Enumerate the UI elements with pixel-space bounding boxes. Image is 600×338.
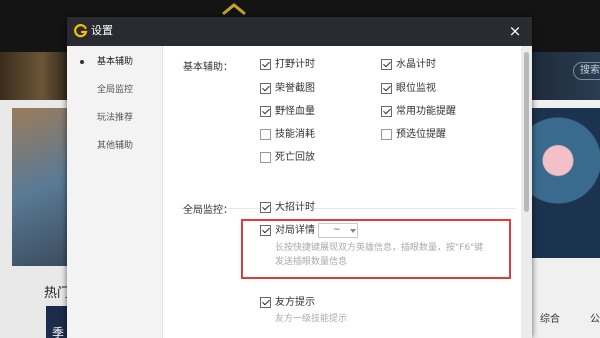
sidebar-item-label: 其他辅助 bbox=[97, 141, 134, 151]
option-label: 预选位提醒 bbox=[396, 129, 446, 140]
option-label: 野怪血量 bbox=[275, 106, 315, 117]
checkbox[interactable] bbox=[381, 83, 392, 94]
checkbox[interactable] bbox=[381, 129, 392, 140]
sidebar-item-global-monitor[interactable]: 全局监控 bbox=[67, 76, 163, 104]
option-label: 大招计时 bbox=[275, 202, 315, 213]
scrollbar-thumb[interactable] bbox=[524, 52, 529, 212]
checkbox[interactable] bbox=[260, 202, 271, 213]
background-banner-left bbox=[0, 52, 70, 100]
option-label: 友方提示 bbox=[275, 297, 315, 308]
scrollbar[interactable] bbox=[521, 46, 532, 338]
checkbox[interactable] bbox=[260, 106, 271, 117]
checkbox[interactable] bbox=[381, 106, 392, 117]
app-logo-chevron-icon bbox=[222, 3, 246, 16]
dialog-titlebar[interactable]: 设置 × bbox=[67, 17, 532, 46]
highlight-annotation-box bbox=[241, 219, 511, 279]
checkbox[interactable] bbox=[260, 152, 271, 163]
background-tab-public[interactable]: 公 bbox=[590, 310, 600, 325]
close-button[interactable]: × bbox=[506, 22, 524, 40]
option-label: 死亡回放 bbox=[275, 152, 315, 163]
sidebar-item-other-assist[interactable]: 其他辅助 bbox=[67, 132, 163, 160]
option-label: 技能消耗 bbox=[275, 129, 315, 140]
option-label: 眼位监视 bbox=[396, 83, 436, 94]
section-label-global: 全局监控： bbox=[183, 205, 233, 216]
active-indicator-dot bbox=[80, 60, 84, 64]
background-tab-general[interactable]: 综合 bbox=[540, 310, 560, 325]
background-hero-card[interactable] bbox=[530, 108, 600, 258]
checkbox[interactable] bbox=[260, 129, 271, 140]
settings-main-panel: 基本辅助： 打野计时 水晶计时 荣誉截图 眼位监视 野怪血量 常用功能提醒 技能… bbox=[163, 46, 532, 338]
dialog-title: 设置 bbox=[91, 24, 113, 37]
option-label: 水晶计时 bbox=[396, 59, 436, 70]
sidebar-item-label: 玩法推荐 bbox=[97, 113, 134, 123]
g-logo-icon bbox=[74, 24, 88, 38]
checkbox[interactable] bbox=[381, 59, 392, 70]
ally-hint-description: 友方一级技能提示 bbox=[275, 314, 348, 324]
sidebar-item-label: 全局监控 bbox=[97, 85, 134, 95]
background-search-box[interactable]: 搜索英 bbox=[573, 62, 600, 80]
checkbox[interactable] bbox=[260, 83, 271, 94]
option-label: 打野计时 bbox=[275, 59, 315, 70]
checkbox[interactable] bbox=[260, 297, 271, 308]
settings-sidebar: 基本辅助 全局监控 玩法推荐 其他辅助 bbox=[67, 46, 163, 338]
sidebar-item-basic-assist[interactable]: 基本辅助 bbox=[67, 48, 163, 76]
section-label-basic: 基本辅助： bbox=[183, 62, 233, 73]
option-label: 常用功能提醒 bbox=[396, 106, 456, 117]
background-card-thumb-label: 季 bbox=[52, 326, 65, 338]
checkbox[interactable] bbox=[260, 59, 271, 70]
settings-dialog: 设置 × 基本辅助 全局监控 玩法推荐 其他辅助 基本辅助： 打野计时 水晶计时 bbox=[67, 17, 532, 338]
sidebar-item-label: 基本辅助 bbox=[97, 57, 134, 67]
option-label: 荣誉截图 bbox=[275, 83, 315, 94]
background-feature-card[interactable] bbox=[12, 108, 70, 266]
sidebar-item-play-recommend[interactable]: 玩法推荐 bbox=[67, 104, 163, 132]
